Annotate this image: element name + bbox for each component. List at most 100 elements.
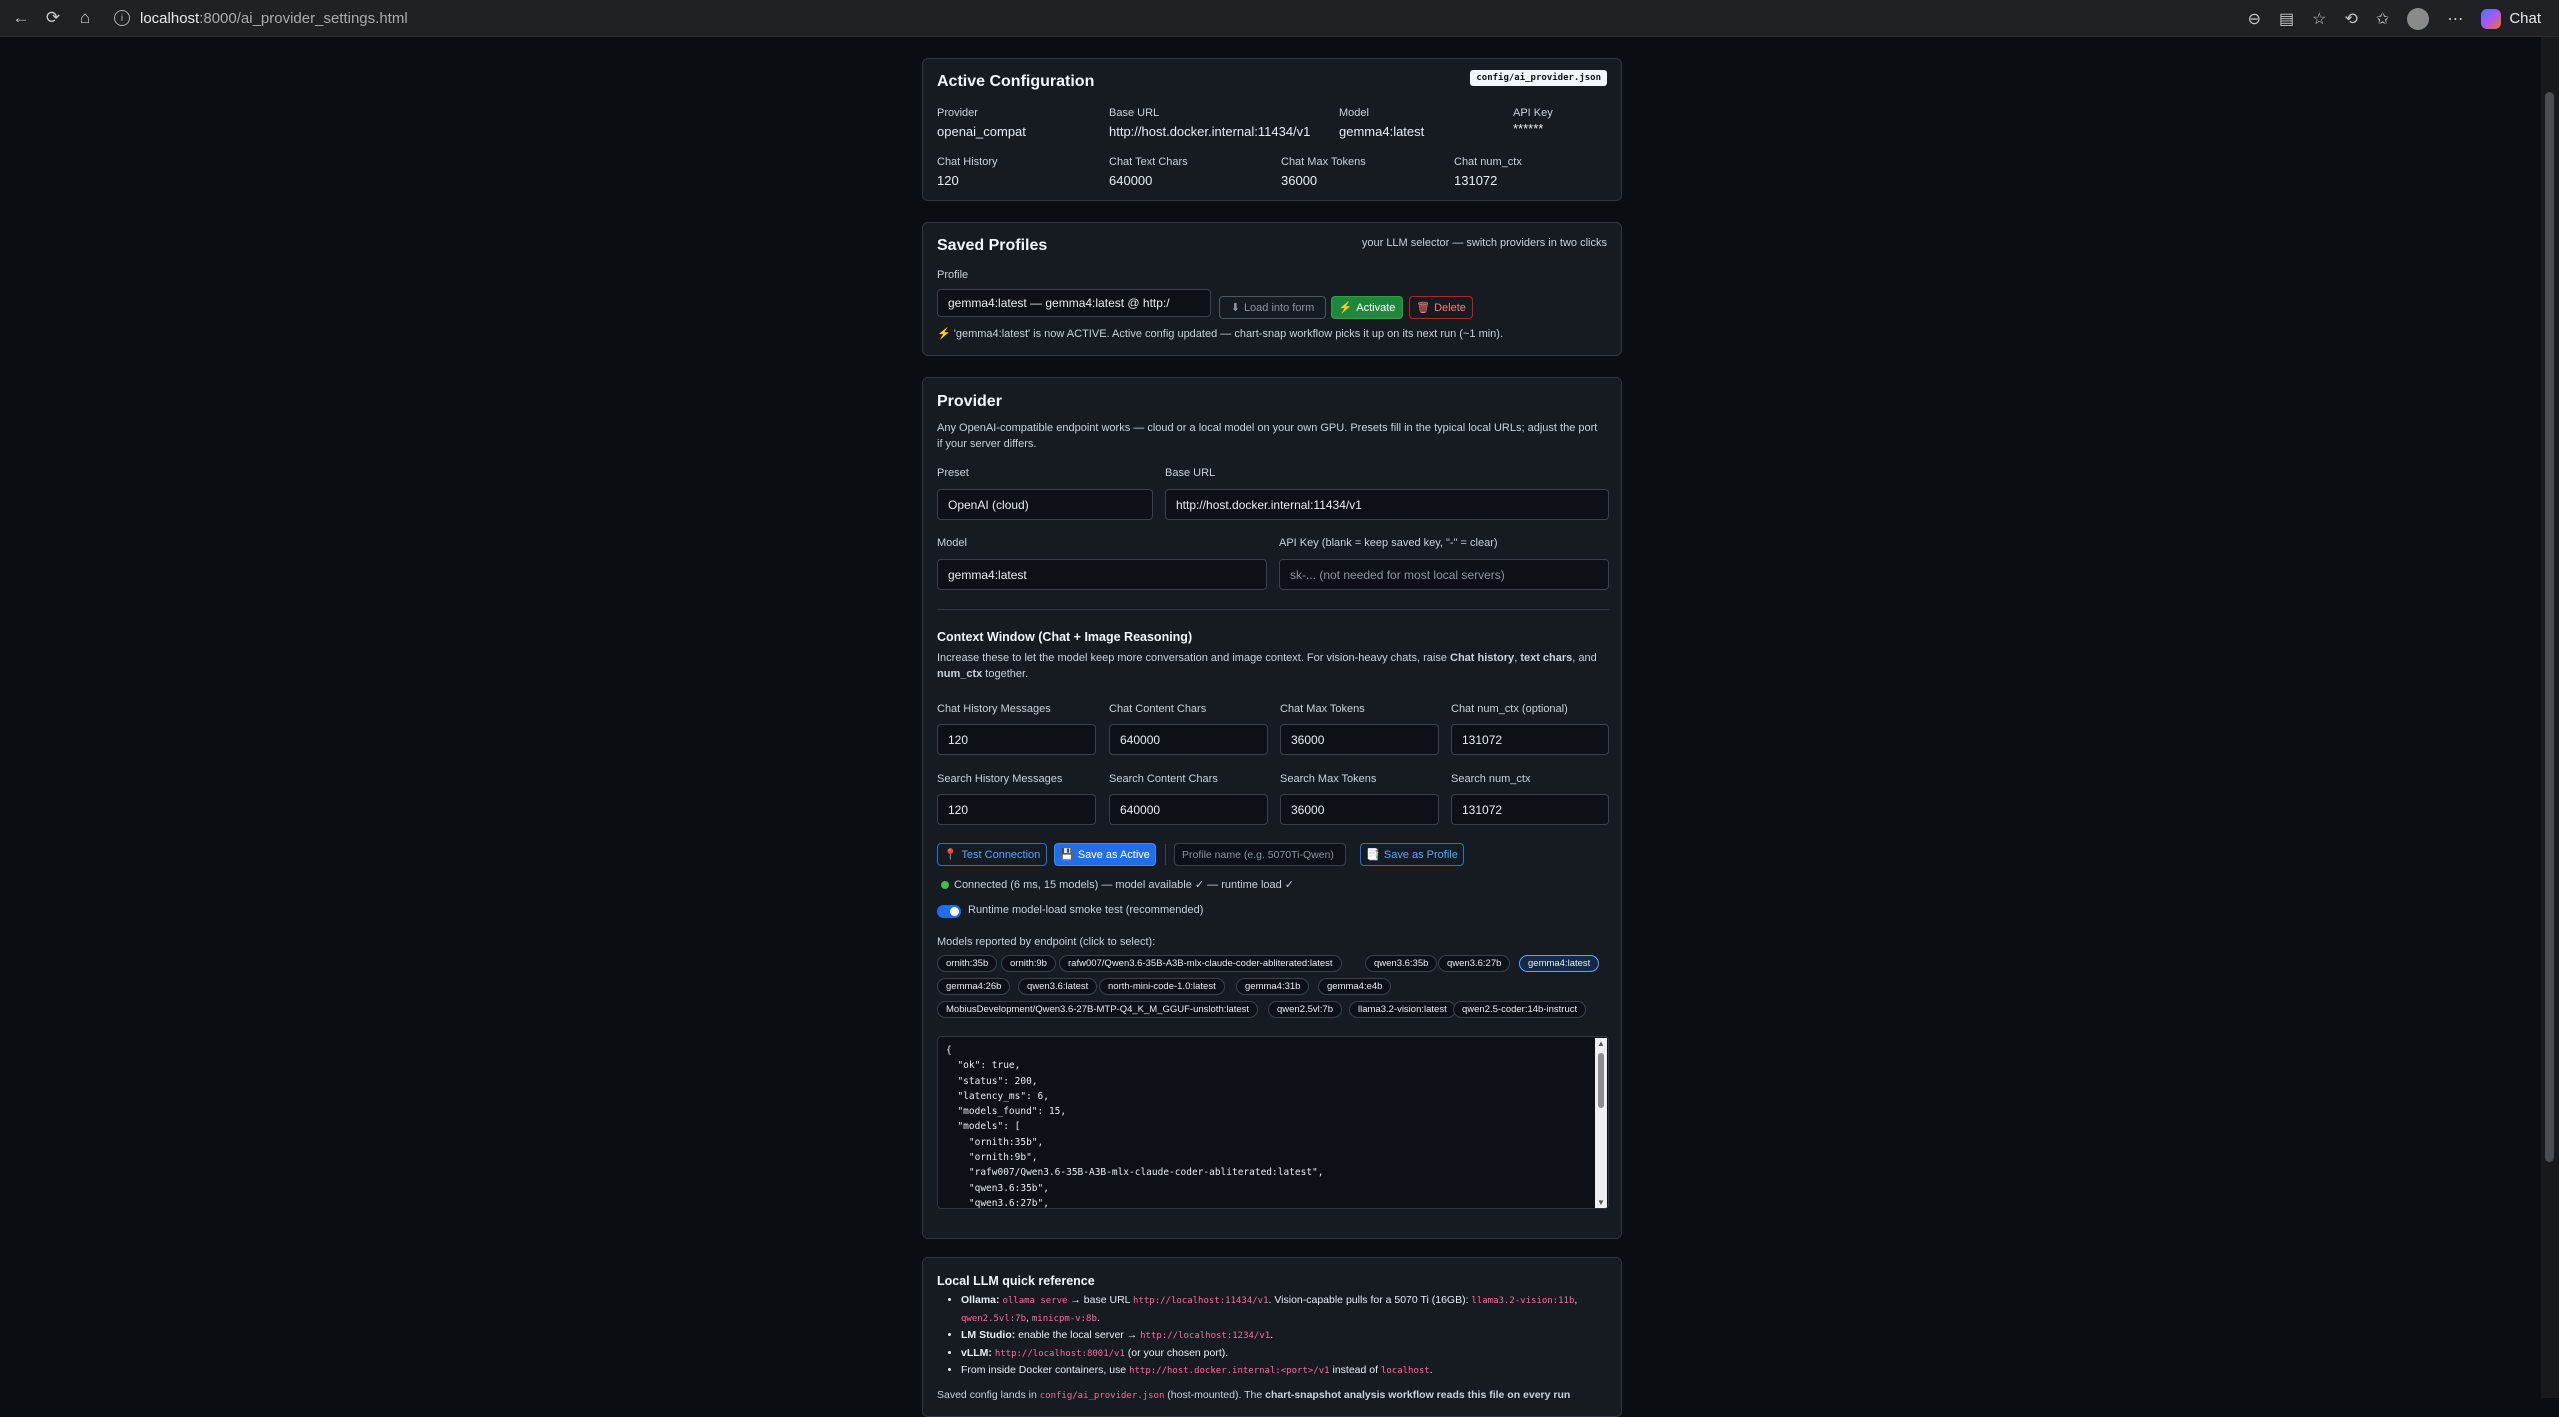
- ollama-mid: → base URL: [1067, 1294, 1134, 1306]
- test-connection-label: Test Connection: [961, 848, 1041, 861]
- address-bar[interactable]: i localhost:8000/ai_provider_settings.ht…: [114, 10, 408, 27]
- scroll-down-icon[interactable]: ▼: [1597, 1198, 1605, 1207]
- footer-b: (host-mounted). The: [1164, 1389, 1266, 1401]
- profile-select[interactable]: gemma4:latest — gemma4:latest @ http:/: [937, 289, 1211, 317]
- provider-description: Any OpenAI-compatible endpoint works — c…: [937, 420, 1609, 452]
- model-chip[interactable]: gemma4:31b: [1236, 978, 1310, 995]
- reload-icon[interactable]: ⟳: [42, 7, 64, 29]
- reader-icon[interactable]: ▤: [2279, 9, 2294, 29]
- model-chip[interactable]: ornith:9b: [1001, 955, 1056, 972]
- profile-status-text: 'gemma4:latest' is now ACTIVE. Active co…: [953, 328, 1504, 340]
- footer-a: Saved config lands in: [937, 1389, 1040, 1401]
- search-history-messages-label: Search History Messages: [937, 773, 1063, 785]
- url-host: localhost: [140, 9, 200, 27]
- favorite-icon[interactable]: ☆: [2312, 9, 2326, 29]
- more-menu-icon[interactable]: ⋯: [2447, 9, 2463, 29]
- model-chip[interactable]: rafw007/Qwen3.6-35B-A3B-mlx-claude-coder…: [1059, 955, 1342, 972]
- json-scrollbar-thumb[interactable]: [1598, 1053, 1604, 1108]
- base-url-input[interactable]: http://host.docker.internal:11434/v1: [1165, 489, 1609, 520]
- save-as-profile-button[interactable]: 📑 Save as Profile: [1360, 843, 1464, 866]
- api-key-input[interactable]: sk-... (not needed for most local server…: [1279, 559, 1609, 590]
- model-chip[interactable]: qwen3.6:27b: [1438, 955, 1511, 972]
- model-chip[interactable]: qwen3.6:35b: [1365, 955, 1438, 972]
- ref-docker: From inside Docker containers, use http:…: [961, 1362, 1577, 1380]
- model-chip[interactable]: llama3.2-vision:latest: [1349, 1001, 1456, 1018]
- search-content-chars-input[interactable]: 640000: [1109, 794, 1268, 825]
- scrollbar-thumb[interactable]: [2545, 92, 2554, 1162]
- reference-footer: Saved config lands in config/ai_provider…: [937, 1389, 1570, 1401]
- load-icon: ⬇: [1230, 302, 1240, 314]
- delete-button[interactable]: 🗑 Delete: [1409, 296, 1473, 319]
- profile-name-input[interactable]: Profile name (e.g. 5070Ti-Qwen): [1174, 843, 1346, 866]
- chat-max-tokens-label: Chat Max Tokens: [1281, 156, 1366, 168]
- profile-name-placeholder: Profile name (e.g. 5070Ti-Qwen): [1182, 848, 1334, 861]
- footer-code: config/ai_provider.json: [1039, 1391, 1165, 1401]
- home-icon[interactable]: ⌂: [74, 7, 96, 29]
- provider-title: Provider: [937, 393, 1002, 410]
- trash-icon: 🗑: [1416, 302, 1431, 314]
- json-output[interactable]: { "ok": true, "status": 200, "latency_ms…: [937, 1036, 1609, 1209]
- favorites-bar-icon[interactable]: ✩: [2376, 9, 2389, 29]
- zoom-icon[interactable]: ⊖: [2248, 9, 2261, 29]
- vllm-text: (or your chosen port).: [1124, 1346, 1229, 1359]
- context-desc-bold-2: text chars: [1520, 652, 1573, 664]
- search-history-messages-value: 120: [948, 802, 969, 817]
- profile-avatar[interactable]: [2407, 7, 2430, 30]
- ollama-name: Ollama:: [961, 1294, 1000, 1306]
- load-into-form-button[interactable]: ⬇ Load into form: [1219, 296, 1326, 319]
- context-desc-end: together.: [982, 668, 1029, 680]
- base-url-input-value: http://host.docker.internal:11434/v1: [1176, 497, 1362, 512]
- search-max-tokens-value: 36000: [1291, 802, 1325, 817]
- json-scrollbar[interactable]: ▲ ▼: [1595, 1038, 1607, 1208]
- test-connection-button[interactable]: 📍 Test Connection: [937, 843, 1047, 866]
- chat-history-messages-input[interactable]: 120: [937, 724, 1096, 755]
- chat-button[interactable]: Chat: [2481, 8, 2541, 29]
- page-scrollbar[interactable]: [2541, 37, 2559, 1398]
- lmstudio-url: http://localhost:1234/v1: [1140, 1331, 1271, 1341]
- back-icon[interactable]: ←: [10, 7, 32, 29]
- bolt-icon: ⚡: [1338, 302, 1353, 314]
- provider-desc-line-2: if your server differs.: [937, 438, 1037, 450]
- model-chip[interactable]: MobiusDevelopment/Qwen3.6-27B-MTP-Q4_K_M…: [937, 1001, 1259, 1018]
- search-max-tokens-input[interactable]: 36000: [1280, 794, 1439, 825]
- ollama-model-2: qwen2.5vl:7b: [961, 1313, 1027, 1324]
- activate-button[interactable]: ⚡ Activate: [1331, 296, 1403, 319]
- json-output-text: { "ok": true, "status": 200, "latency_ms…: [946, 1045, 1324, 1209]
- chat-content-chars-input[interactable]: 640000: [1109, 724, 1268, 755]
- chat-num-ctx-input-label: Chat num_ctx (optional): [1451, 703, 1568, 715]
- search-max-tokens-label: Search Max Tokens: [1280, 773, 1377, 785]
- model-input[interactable]: gemma4:latest: [937, 559, 1267, 590]
- chat-max-tokens-value: 36000: [1281, 173, 1318, 188]
- search-history-messages-input[interactable]: 120: [937, 794, 1096, 825]
- vllm-url: http://localhost:8001/v1: [994, 1348, 1125, 1359]
- search-num-ctx-label: Search num_ctx: [1451, 773, 1531, 785]
- chat-history-value: 120: [937, 173, 959, 188]
- profile-label: Profile: [937, 269, 969, 281]
- model-chip[interactable]: ornith:35b: [937, 955, 998, 972]
- chat-text-chars-label: Chat Text Chars: [1109, 156, 1188, 168]
- models-label: Models reported by endpoint (click to se…: [937, 936, 1156, 948]
- search-num-ctx-input[interactable]: 131072: [1451, 794, 1609, 825]
- model-chip[interactable]: gemma4:26b: [937, 978, 1011, 995]
- model-chip[interactable]: qwen2.5-coder:14b-instruct: [1453, 1001, 1587, 1018]
- profile-save-icon: 📑: [1366, 849, 1380, 861]
- preset-select[interactable]: OpenAI (cloud): [937, 489, 1153, 520]
- smoke-test-toggle[interactable]: [937, 905, 961, 918]
- model-chip[interactable]: qwen2.5vl:7b: [1268, 1001, 1342, 1018]
- model-chip[interactable]: north-mini-code-1.0:latest: [1099, 978, 1225, 995]
- model-chip-selected[interactable]: gemma4:latest: [1519, 955, 1600, 972]
- site-info-icon[interactable]: i: [114, 10, 130, 26]
- chat-max-tokens-input-value: 36000: [1291, 732, 1325, 747]
- chat-content-chars-label: Chat Content Chars: [1109, 703, 1207, 715]
- reference-card: Local LLM quick reference Ollama: ollama…: [922, 1257, 1622, 1417]
- chat-max-tokens-input[interactable]: 36000: [1280, 724, 1439, 755]
- model-chip[interactable]: qwen3.6:latest: [1018, 978, 1098, 995]
- save-as-active-button[interactable]: 💾 Save as Active: [1054, 843, 1156, 866]
- chat-num-ctx-input[interactable]: 131072: [1451, 724, 1609, 755]
- api-key-input-label: API Key (blank = keep saved key, "-" = c…: [1279, 537, 1498, 549]
- chat-max-tokens-input-label: Chat Max Tokens: [1280, 703, 1365, 715]
- model-chip[interactable]: gemma4:e4b: [1318, 978, 1392, 995]
- scroll-up-icon[interactable]: ▲: [1597, 1039, 1605, 1048]
- provider-card: Provider Any OpenAI-compatible endpoint …: [922, 377, 1622, 1239]
- extensions-icon[interactable]: ⟲: [2345, 9, 2358, 29]
